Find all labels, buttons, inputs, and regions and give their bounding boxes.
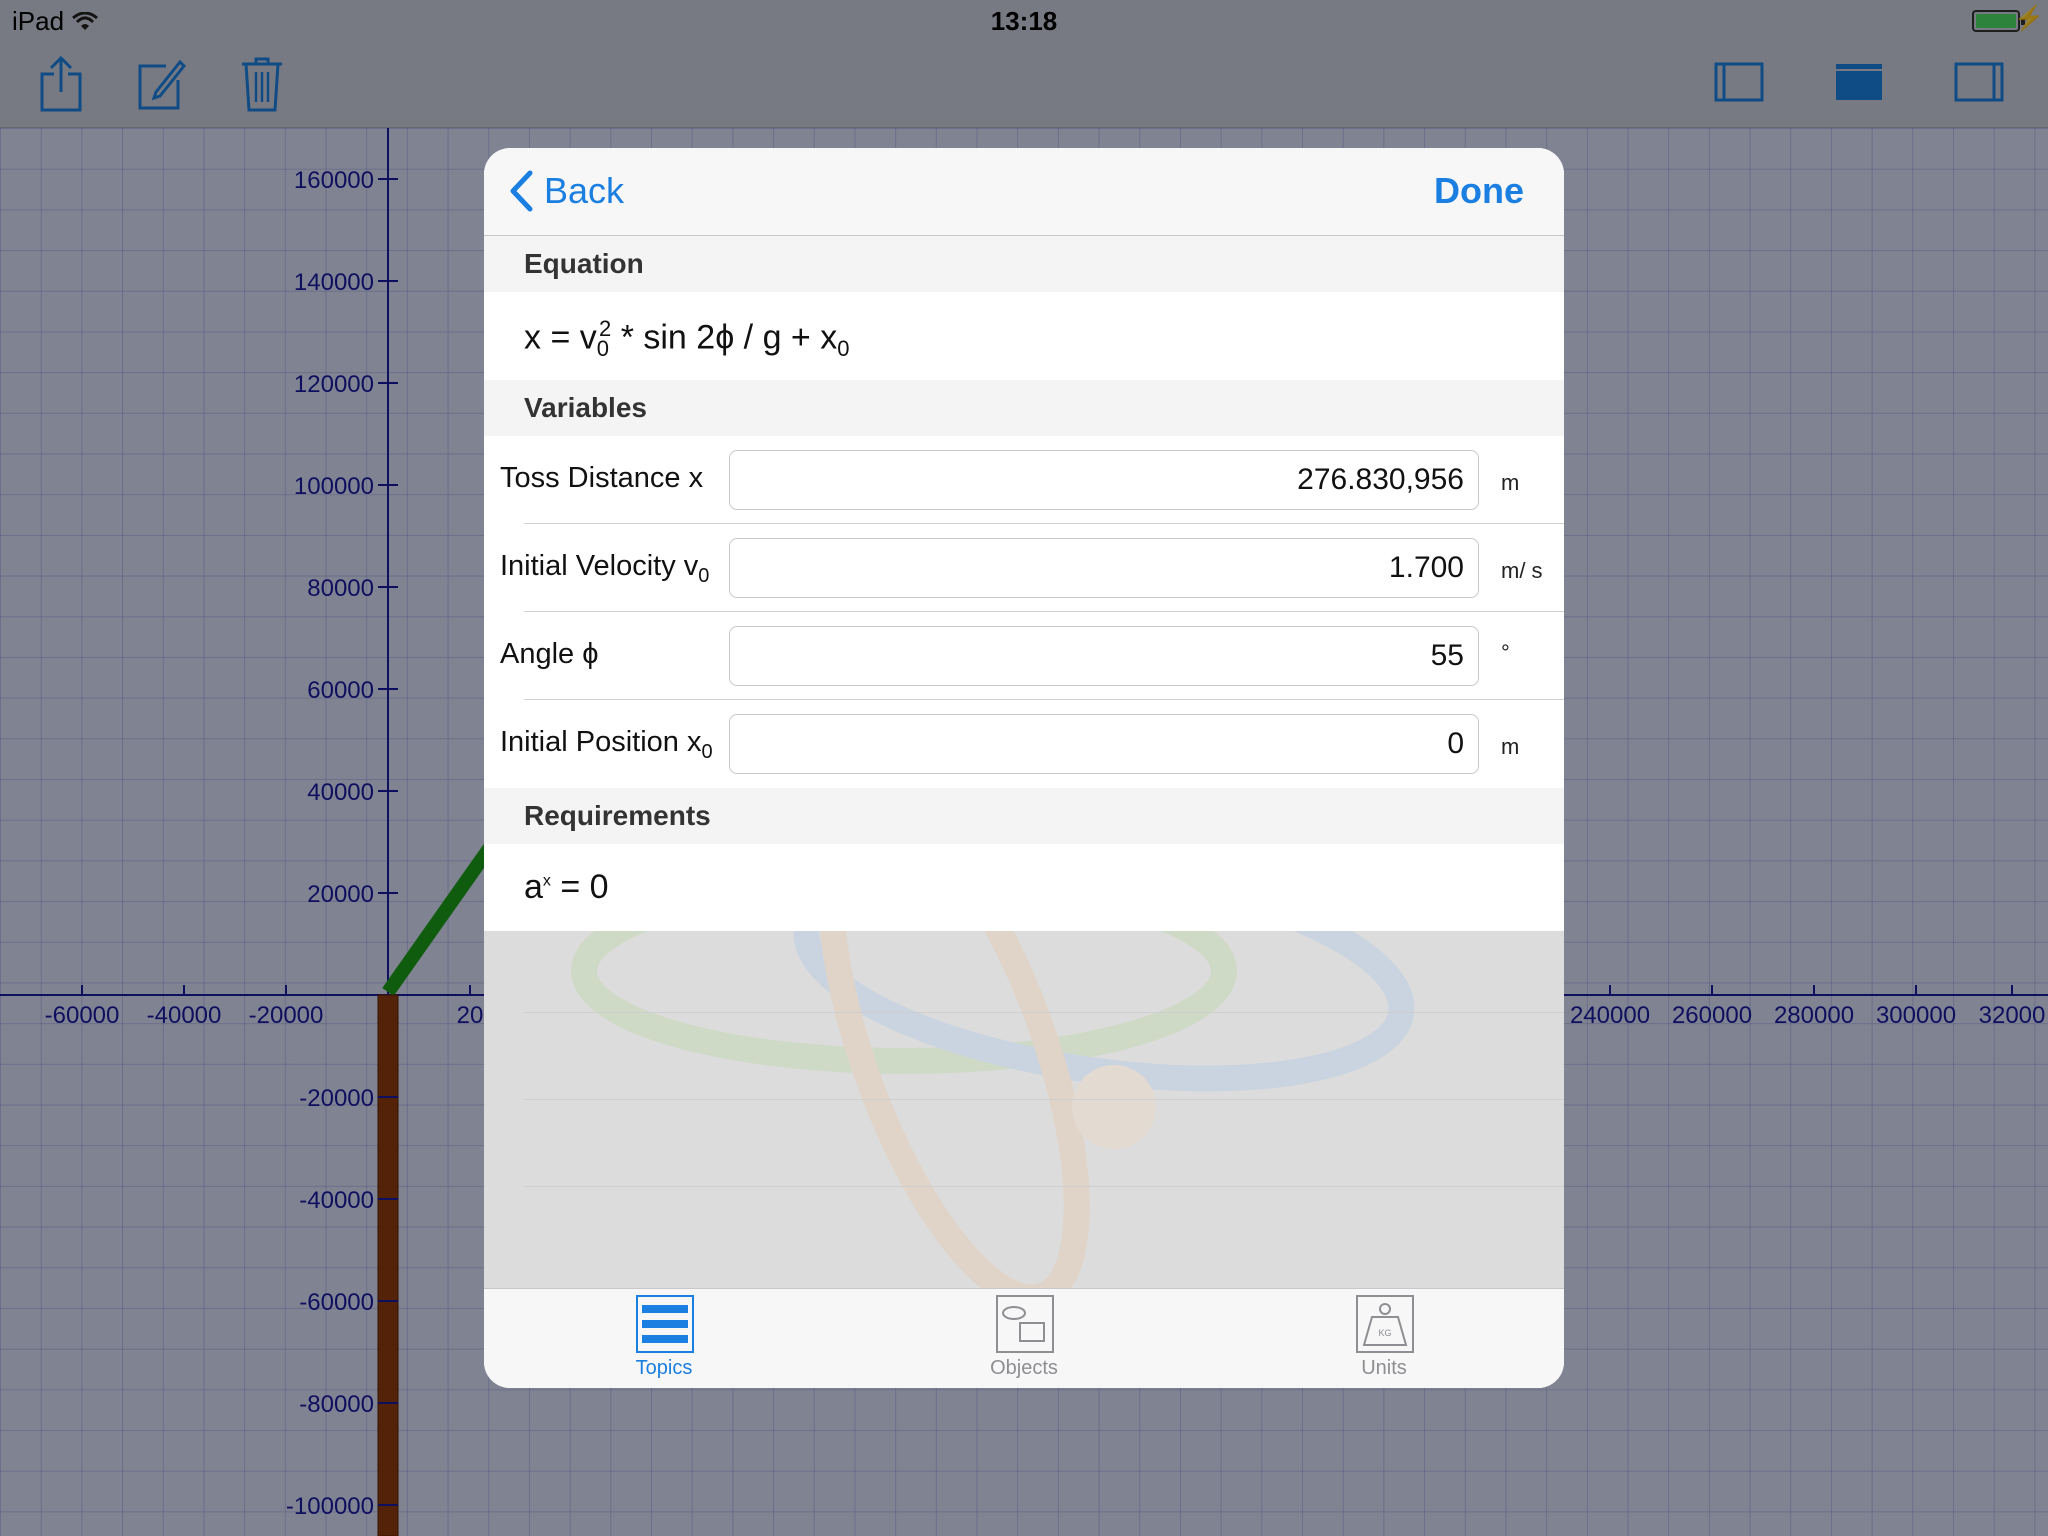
equation-header: Equation bbox=[484, 236, 1564, 292]
chevron-left-icon bbox=[510, 170, 533, 212]
requirement-text: ax = 0 bbox=[524, 868, 609, 906]
empty-area bbox=[484, 931, 1564, 1295]
list-icon bbox=[636, 1295, 694, 1358]
tab-label: Topics bbox=[635, 1357, 693, 1379]
toss-distance-input[interactable] bbox=[729, 450, 1479, 510]
weight-icon: KG bbox=[1356, 1295, 1414, 1358]
variables-header: Variables bbox=[484, 380, 1564, 436]
variables-list: Toss Distance x m Initial Velocity v0 m/… bbox=[484, 436, 1564, 788]
tab-topics[interactable]: Topics bbox=[484, 1289, 844, 1388]
variable-label: Initial Velocity v0 bbox=[500, 550, 710, 587]
initial-velocity-input[interactable] bbox=[729, 538, 1479, 598]
requirements-header: Requirements bbox=[484, 788, 1564, 844]
done-button[interactable]: Done bbox=[1434, 170, 1524, 212]
variable-label: Angle ϕ bbox=[500, 638, 599, 670]
variable-label: Initial Position x0 bbox=[500, 726, 713, 763]
atom-logo-watermark bbox=[571, 931, 1415, 1295]
variable-unit: m/ s bbox=[1501, 558, 1543, 583]
equation-row: x = v02 * sin 2ϕ / g + x0 bbox=[484, 292, 1564, 380]
objects-icon bbox=[996, 1295, 1054, 1358]
back-button[interactable]: Back bbox=[508, 166, 624, 216]
tab-objects[interactable]: Objects bbox=[844, 1289, 1204, 1388]
navigation-bar: Back Done bbox=[484, 148, 1564, 236]
angle-input[interactable] bbox=[729, 626, 1479, 686]
tab-label: Units bbox=[1361, 1357, 1407, 1379]
equation-popover: Back Done Equation x = v02 * sin 2ϕ / g … bbox=[484, 148, 1564, 1388]
variable-unit: m bbox=[1501, 470, 1520, 495]
svg-text:KG: KG bbox=[1378, 1328, 1391, 1338]
tab-bar: Topics Objects KG Units bbox=[484, 1288, 1564, 1388]
initial-position-input[interactable] bbox=[729, 714, 1479, 774]
variable-unit: m bbox=[1501, 734, 1520, 759]
requirement-row: ax = 0 bbox=[484, 844, 1564, 932]
variable-label: Toss Distance x bbox=[500, 462, 704, 494]
equation-text: x = v02 * sin 2ϕ / g + x0 bbox=[524, 316, 850, 362]
variable-unit: ° bbox=[1501, 640, 1510, 665]
back-label: Back bbox=[544, 170, 625, 211]
tab-units[interactable]: KG Units bbox=[1204, 1289, 1564, 1388]
tab-label: Objects bbox=[990, 1357, 1058, 1379]
